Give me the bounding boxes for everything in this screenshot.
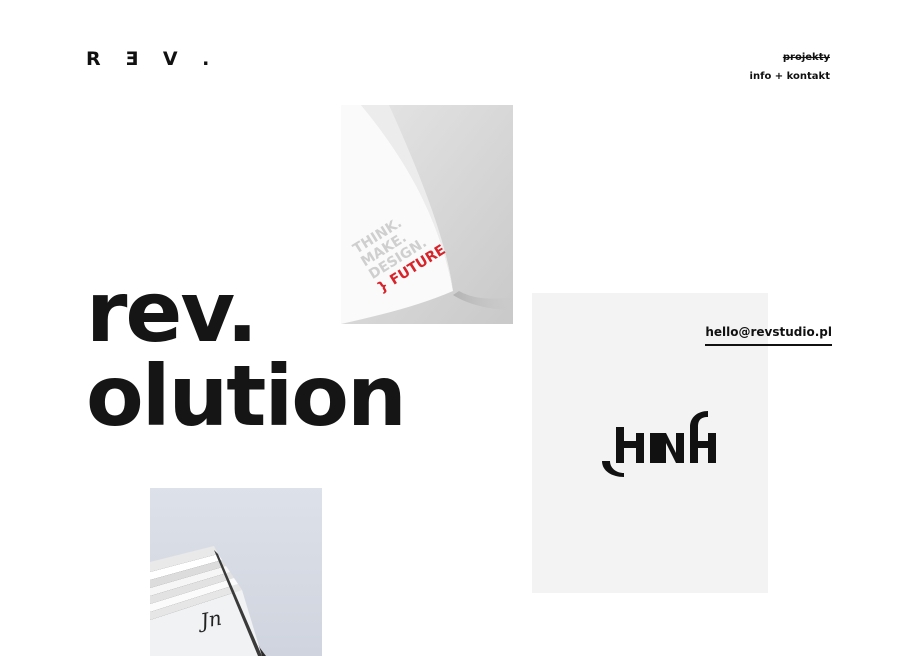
hero-line-1: rev. [86, 263, 258, 361]
contact-email-link[interactable]: hello@revstudio.pl [705, 325, 832, 346]
nav-link-info-kontakt[interactable]: info + kontakt [750, 67, 830, 86]
nav-link-projekty[interactable]: projekty [750, 48, 830, 67]
brand-logo[interactable]: R Ǝ V . [86, 48, 218, 70]
project-card-business-cards[interactable]: Jn [150, 488, 322, 656]
business-cards-image: Jn [150, 488, 322, 656]
main-nav: projekty info + kontakt [750, 48, 830, 86]
hero-line-2: olution [86, 347, 407, 445]
hero-title: rev. olution [86, 263, 407, 445]
